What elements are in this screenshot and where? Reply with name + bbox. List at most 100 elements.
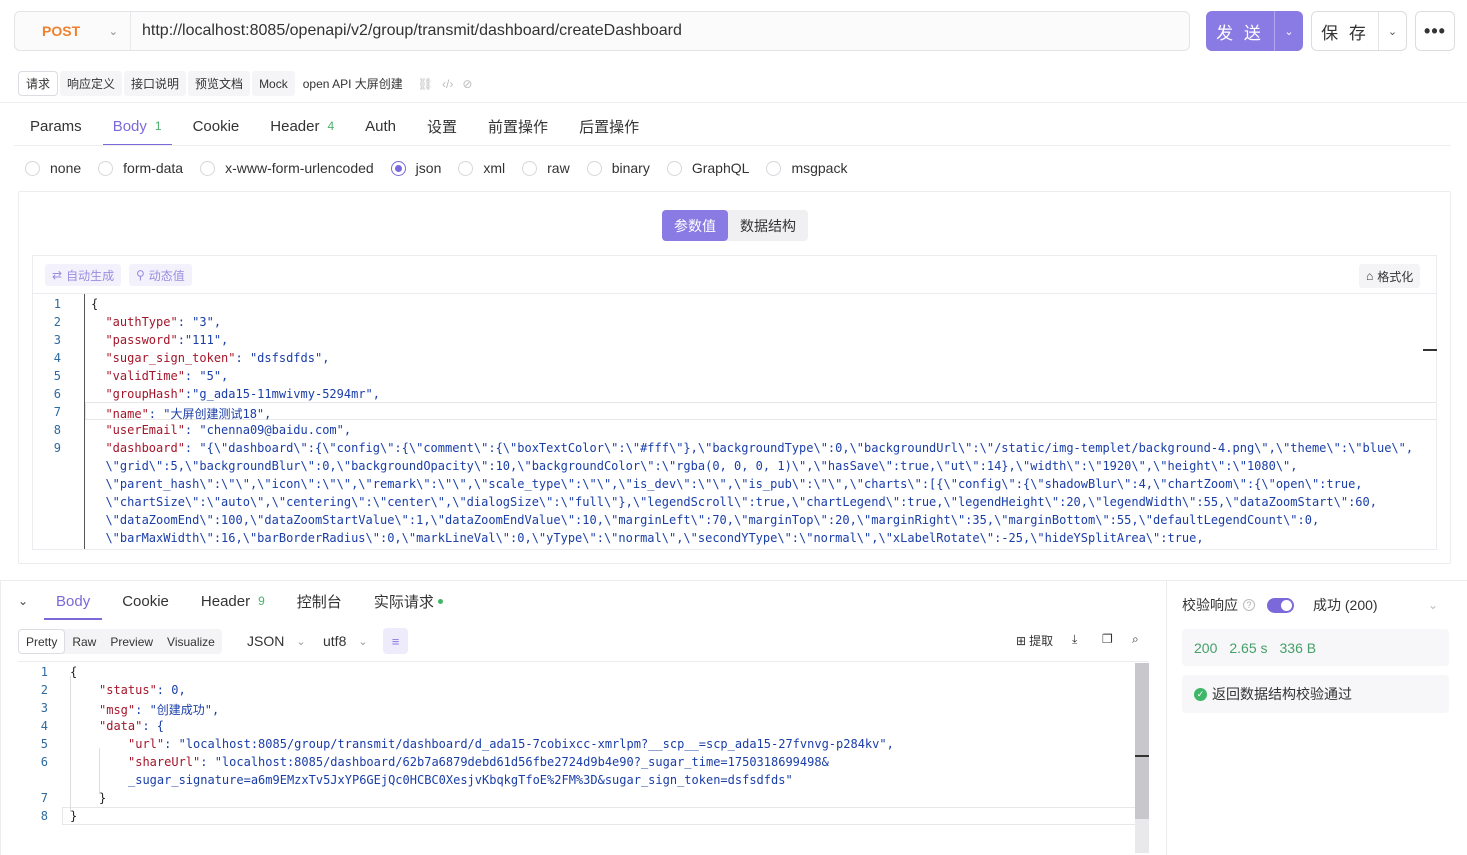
tab-cookie[interactable]: Cookie xyxy=(193,106,240,146)
radio-label: GraphQL xyxy=(691,160,750,176)
resp-tab-cookie[interactable]: Cookie xyxy=(122,582,169,620)
radio-raw[interactable]: raw xyxy=(522,160,570,176)
schema-check-result: ✓ 返回数据结构校验通过 xyxy=(1182,675,1449,713)
editor-mode-toggle: 参数值 数据结构 xyxy=(662,210,808,241)
doc-tab-description[interactable]: 接口说明 xyxy=(124,71,187,96)
radio-xml[interactable]: xml xyxy=(458,160,505,176)
save-label: 保 存 xyxy=(1312,12,1379,50)
save-button[interactable]: 保 存 ⌄ xyxy=(1311,11,1407,51)
view-pretty[interactable]: Pretty xyxy=(18,629,66,654)
collapse-chevron-icon[interactable]: ⌄ xyxy=(18,594,46,608)
json-value: : "3", xyxy=(177,315,222,329)
wrap-lines-icon[interactable]: ≡ xyxy=(383,628,408,654)
share-icon[interactable]: ⊘ xyxy=(462,77,472,91)
json-value: { xyxy=(70,665,78,679)
chevron-down-icon[interactable]: ⌄ xyxy=(1274,11,1303,51)
resp-tab-body[interactable]: Body xyxy=(43,582,103,620)
tab-label: 实际请求 xyxy=(373,593,434,611)
json-value: : "chenna09@baidu.com", xyxy=(184,423,352,437)
send-label: 发 送 xyxy=(1216,23,1264,43)
seg-data-structure[interactable]: 数据结构 xyxy=(728,210,808,241)
search-icon[interactable]: ⌕ xyxy=(1132,632,1139,647)
radio-form-data[interactable]: form-data xyxy=(98,160,183,176)
code-line: "msg": "创建成功", xyxy=(99,701,219,718)
line-number: 8 xyxy=(53,423,61,437)
code-line: _sugar_signature=a6m9EMzxTv5JxYP6GEjQc0H… xyxy=(128,773,793,787)
doc-tab-response-def[interactable]: 响应定义 xyxy=(60,71,123,96)
tab-post-actions[interactable]: 后置操作 xyxy=(579,106,639,146)
tab-body[interactable]: Body 1 xyxy=(102,106,172,146)
radio-x-www-form-urlencoded[interactable]: x-www-form-urlencoded xyxy=(200,160,374,176)
radio-json[interactable]: json xyxy=(390,160,441,176)
code-line: "status": 0, xyxy=(99,683,186,697)
tab-label: Body xyxy=(112,117,147,135)
send-button[interactable]: 发 送 ⌄ xyxy=(1206,11,1303,51)
radio-label: msgpack xyxy=(791,160,848,176)
json-value: _sugar_signature=a6m9EMzxTv5JxYP6GEjQc0H… xyxy=(128,773,793,787)
tab-pre-actions[interactable]: 前置操作 xyxy=(488,106,548,146)
tab-header[interactable]: Header 4 xyxy=(270,106,334,146)
scrollbar-thumb[interactable] xyxy=(1135,663,1149,819)
link-icon[interactable]: ⛓ xyxy=(418,77,433,91)
radio-binary[interactable]: binary xyxy=(586,160,650,176)
chevron-down-icon: ⌄ xyxy=(358,635,368,648)
format-button[interactable]: ⌂ 格式化 xyxy=(1359,264,1421,288)
scroll-marker xyxy=(1423,349,1437,351)
method-label: POST xyxy=(42,23,81,39)
verify-label: 校验响应 xyxy=(1182,597,1238,613)
indent-guide xyxy=(70,676,71,812)
doc-tab-preview[interactable]: 预览文档 xyxy=(188,71,251,96)
json-value: :"111", xyxy=(177,333,229,347)
method-select[interactable]: POST ⌄ xyxy=(15,12,131,50)
verify-toggle[interactable] xyxy=(1267,597,1294,613)
tab-params[interactable]: Params xyxy=(30,106,82,146)
verify-status-select[interactable]: 成功 (200) ⌄ xyxy=(1313,595,1444,615)
line-number: 8 xyxy=(40,809,48,823)
radio-circle-icon xyxy=(522,160,538,176)
tab-auth[interactable]: Auth xyxy=(365,106,396,146)
radio-msgpack[interactable]: msgpack xyxy=(766,160,847,176)
json-key: "password" xyxy=(91,333,178,347)
more-icon[interactable]: ••• xyxy=(1415,11,1455,51)
code-line: "sugar_sign_token": "dsfsdfds", xyxy=(91,351,329,365)
response-time: 2.65 s xyxy=(1229,639,1268,656)
extract-button[interactable]: ⊞ 提取 xyxy=(1016,632,1053,649)
response-body-code[interactable]: 12345678 {"status": 0, "msg": "创建成功", "dat… xyxy=(18,661,1149,855)
resp-tab-actual-request[interactable]: 实际请求 xyxy=(374,582,443,620)
help-icon[interactable]: ? xyxy=(1243,599,1255,611)
dynamic-value-button[interactable]: ⚲ 动态值 xyxy=(129,264,192,286)
resp-tab-header[interactable]: Header 9 xyxy=(201,582,265,620)
seg-param-values[interactable]: 参数值 xyxy=(662,210,728,241)
auto-generate-button[interactable]: ⇄ 自动生成 xyxy=(45,264,122,286)
download-icon[interactable]: ⤓ xyxy=(1072,632,1077,647)
radio-label: form-data xyxy=(123,160,184,176)
scroll-marker xyxy=(1135,755,1149,757)
view-preview[interactable]: Preview xyxy=(103,629,160,654)
doc-tab-request[interactable]: 请求 xyxy=(18,71,59,96)
code-line: "userEmail": "chenna09@baidu.com", xyxy=(91,423,351,437)
radio-none[interactable]: none xyxy=(25,160,81,176)
response-scrollbar[interactable] xyxy=(1135,663,1149,853)
chevron-down-icon[interactable]: ⌄ xyxy=(1379,12,1406,50)
view-raw[interactable]: Raw xyxy=(65,629,103,654)
tab-settings[interactable]: 设置 xyxy=(427,106,457,146)
wand-icon: ⚲ xyxy=(136,268,145,282)
request-body-code[interactable]: 1 2 3 4 5 6 7 8 9 { "authType": "3", "password":… xyxy=(32,293,1437,550)
resp-tab-console[interactable]: 控制台 xyxy=(297,582,342,620)
view-visualize[interactable]: Visualize xyxy=(160,629,222,654)
tab-label: 前置操作 xyxy=(488,118,549,136)
code-icon[interactable]: ‹/› xyxy=(442,77,453,91)
encoding-select[interactable]: utf8 ⌄ xyxy=(323,630,368,652)
copy-icon[interactable]: ❐ xyxy=(1102,632,1113,646)
code-line: } xyxy=(70,809,77,823)
code-line: "authType": "3", xyxy=(91,315,221,329)
json-key: "validTime" xyxy=(91,369,185,383)
format-select[interactable]: JSON ⌄ xyxy=(247,630,306,652)
json-key: "authType" xyxy=(91,315,178,329)
radio-circle-icon xyxy=(458,160,474,176)
url-input[interactable] xyxy=(131,12,1189,50)
radio-graphql[interactable]: GraphQL xyxy=(666,160,750,176)
tab-label: 控制台 xyxy=(296,593,342,611)
doc-tab-mock[interactable]: Mock xyxy=(252,71,295,96)
json-value: : "localhost:8085/dashboard/62b7a6879deb… xyxy=(200,755,829,769)
